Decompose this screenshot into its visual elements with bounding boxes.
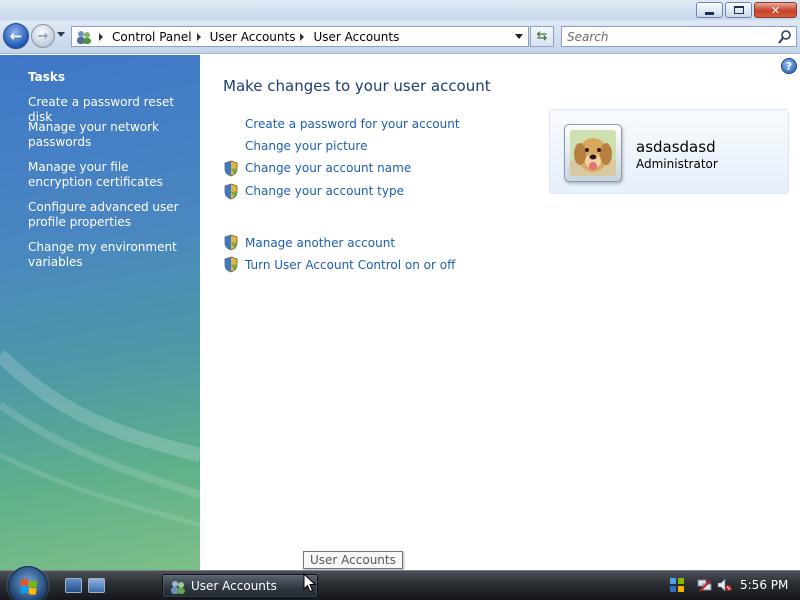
start-button[interactable] [8,566,48,600]
window-title-bar: ✕ [0,0,800,20]
uac-shield-icon [224,234,238,251]
breadcrumb-user-accounts-category[interactable]: User Accounts [210,30,296,44]
navigation-bar: ← → Control Panel User Accounts User Acc… [0,20,800,54]
forward-arrow-icon: → [37,28,49,44]
back-button[interactable]: ← [3,23,29,49]
show-desktop-icon[interactable] [65,578,82,593]
taskbar-button-user-accounts[interactable]: User Accounts [162,574,318,598]
search-box [561,26,797,47]
network-disconnected-icon[interactable] [697,577,713,593]
page-title: Make changes to your user account [223,77,491,95]
uac-shield-icon [224,160,238,177]
user-name: asdasdasd [636,138,716,156]
restore-icon [733,6,744,14]
action-change-account-name[interactable]: Change your account name [245,161,411,175]
mouse-cursor-icon [303,573,317,593]
help-button[interactable]: ? [781,58,797,74]
taskbar-tooltip: User Accounts [303,551,403,569]
task-manage-file-encryption-certificates[interactable]: Manage your file encryption certificates [28,160,193,190]
action-change-picture[interactable]: Change your picture [245,139,367,153]
user-accounts-icon [74,27,94,46]
tasks-sidebar: Tasks Create a password reset disk Manag… [0,55,200,570]
task-change-environment-variables[interactable]: Change my environment variables [28,240,193,270]
breadcrumb-arrow-icon[interactable] [99,32,103,41]
maximize-button[interactable] [725,2,752,18]
help-icon: ? [785,59,793,73]
close-button[interactable]: ✕ [754,2,797,18]
refresh-icon: ⇆ [536,29,548,44]
user-role: Administrator [636,157,718,171]
refresh-button[interactable]: ⇆ [530,26,554,47]
action-create-password[interactable]: Create a password for your account [245,117,460,131]
avatar [570,130,616,176]
back-arrow-icon: ← [9,27,23,45]
minimize-icon [705,11,714,15]
windows-update-icon[interactable] [669,577,685,593]
task-manage-network-passwords[interactable]: Manage your network passwords [28,120,193,150]
address-bar[interactable]: Control Panel User Accounts User Account… [71,26,529,47]
action-change-account-type[interactable]: Change your account type [245,184,404,198]
avatar-frame [564,124,622,182]
address-dropdown-icon[interactable] [515,34,523,39]
recent-pages-dropdown[interactable] [57,32,65,37]
task-configure-advanced-user-profile[interactable]: Configure advanced user profile properti… [28,200,193,230]
user-accounts-icon [171,581,185,594]
breadcrumb-arrow-icon[interactable] [196,32,201,41]
action-turn-uac-on-off[interactable]: Turn User Account Control on or off [245,258,455,272]
taskbar-button-label: User Accounts [191,579,277,593]
tasks-heading: Tasks [28,70,66,84]
taskbar: User Accounts 5:56 PM [0,566,800,600]
breadcrumb-arrow-icon[interactable] [300,32,305,41]
close-icon: ✕ [770,3,781,17]
minimize-button[interactable] [696,2,723,18]
system-clock[interactable]: 5:56 PM [740,578,788,592]
switch-windows-icon[interactable] [88,578,105,593]
windows-logo-icon [20,578,37,595]
uac-shield-icon [224,256,238,273]
window-controls: ✕ [696,2,797,18]
volume-muted-icon[interactable] [716,577,732,593]
breadcrumb-control-panel[interactable]: Control Panel [112,30,192,44]
action-manage-another-account[interactable]: Manage another account [245,236,395,250]
user-account-card: asdasdasd Administrator [549,109,789,194]
breadcrumb: Control Panel User Accounts User Account… [94,30,399,44]
forward-button[interactable]: → [31,24,55,48]
search-icon[interactable] [777,29,793,45]
breadcrumb-user-accounts[interactable]: User Accounts [313,30,399,44]
uac-shield-icon [224,183,238,200]
search-input[interactable] [562,27,762,46]
